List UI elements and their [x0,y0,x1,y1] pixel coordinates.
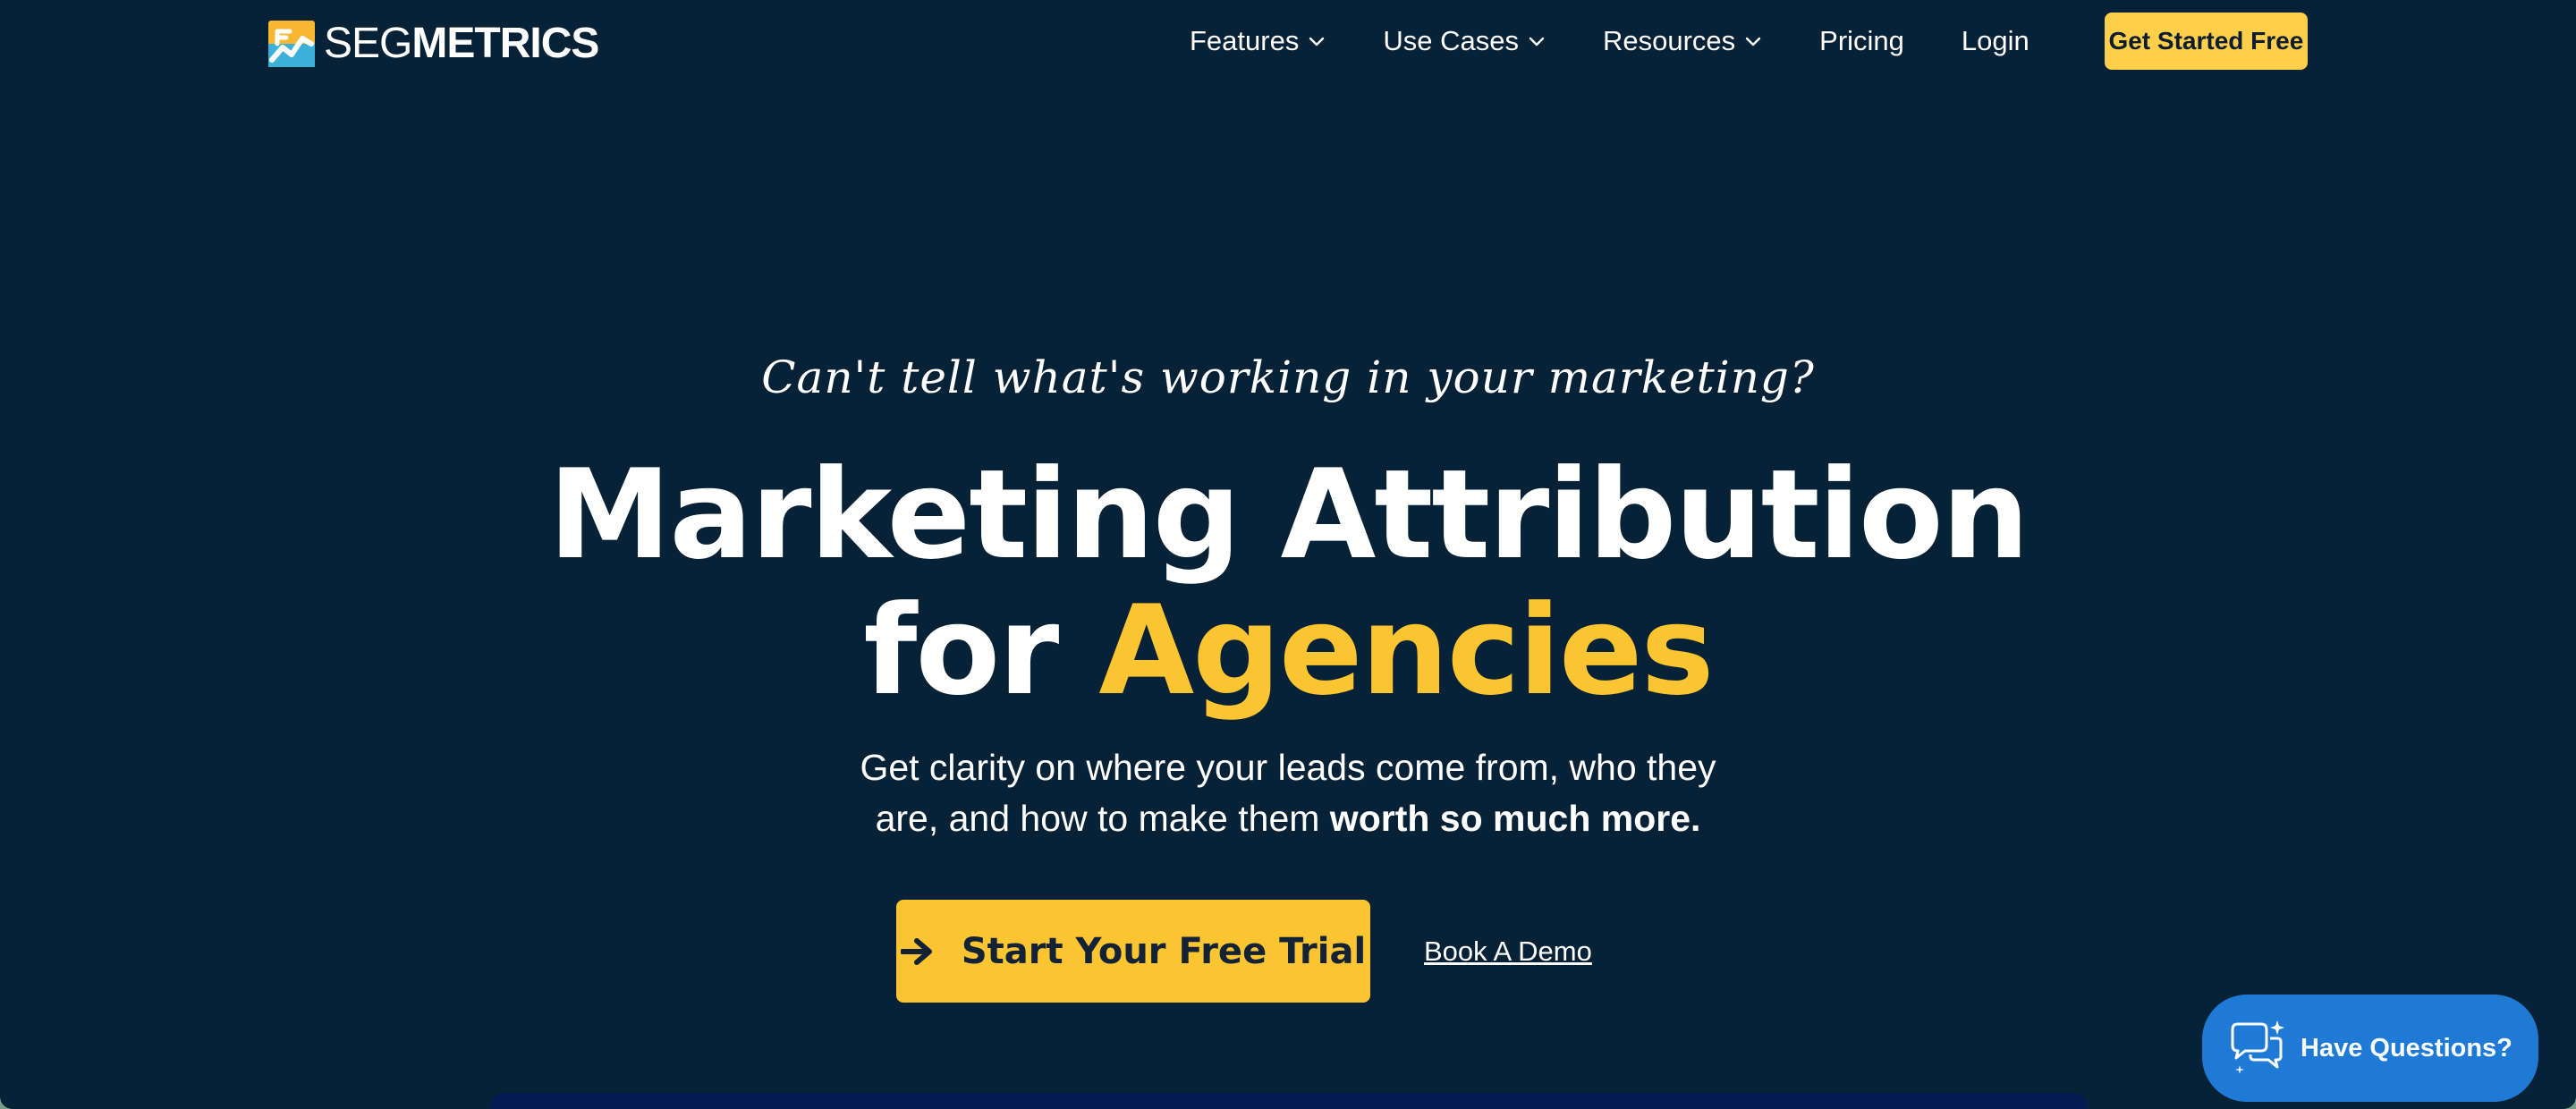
headline-for: for [863,579,1099,723]
nav-item-label: Pricing [1819,25,1904,56]
nav-item-label: Use Cases [1383,25,1519,56]
nav-item-login[interactable]: Login [1962,25,2029,57]
brand-name-bold: METRICS [411,20,599,67]
chat-button-label: Have Questions? [2301,1033,2512,1062]
chevron-down-icon [1529,37,1545,47]
start-free-trial-button[interactable]: Start Your Free Trial [896,900,1370,1003]
nav-item-resources[interactable]: Resources [1603,25,1762,57]
subtext-emphasis: worth so much more. [1329,798,1701,839]
nav-item-label: Resources [1602,25,1736,56]
brand-wordmark: SEGMETRICS [324,20,599,68]
get-started-free-button[interactable]: Get Started Free [2104,13,2308,70]
headline-accent: Agencies [1098,579,1714,723]
nav-item-pricing[interactable]: Pricing [1819,25,1904,57]
have-questions-chat-button[interactable]: Have Questions? [2202,995,2538,1102]
product-preview-edge [490,1093,2088,1109]
subtext-line-1: Get clarity on where your leads come fro… [860,747,1716,788]
book-demo-link[interactable]: Book A Demo [1424,935,1592,968]
hero-tagline: Can't tell what's working in your market… [761,351,1815,403]
start-free-trial-label: Start Your Free Trial [961,930,1367,972]
headline-line-1: Marketing Attribution [548,443,2029,587]
hero-subtext: Get clarity on where your leads come fro… [0,742,2576,844]
chevron-down-icon [1745,37,1761,47]
landing-page: SEGMETRICS Features Use Cases Resources … [0,0,2576,1109]
nav-item-use-cases[interactable]: Use Cases [1383,25,1546,57]
chat-bubbles-icon [2231,1020,2284,1074]
hero-headline: Marketing Attribution for Agencies [0,447,2576,719]
brand-logo[interactable]: SEGMETRICS [268,20,599,68]
chevron-down-icon [1309,37,1325,47]
brand-name-light: SEG [324,20,412,67]
subtext-line-2: are, and how to make them [875,798,1330,839]
hero-cta-row: Start Your Free Trial Book A Demo [896,900,1592,1003]
arrow-right-icon [900,937,932,965]
main-nav: Features Use Cases Resources Pricing Log… [1190,13,2308,70]
segmetrics-logo-icon [268,21,315,67]
nav-item-label: Login [1961,25,2029,56]
nav-item-label: Features [1190,25,1300,56]
nav-item-features[interactable]: Features [1190,25,1326,57]
